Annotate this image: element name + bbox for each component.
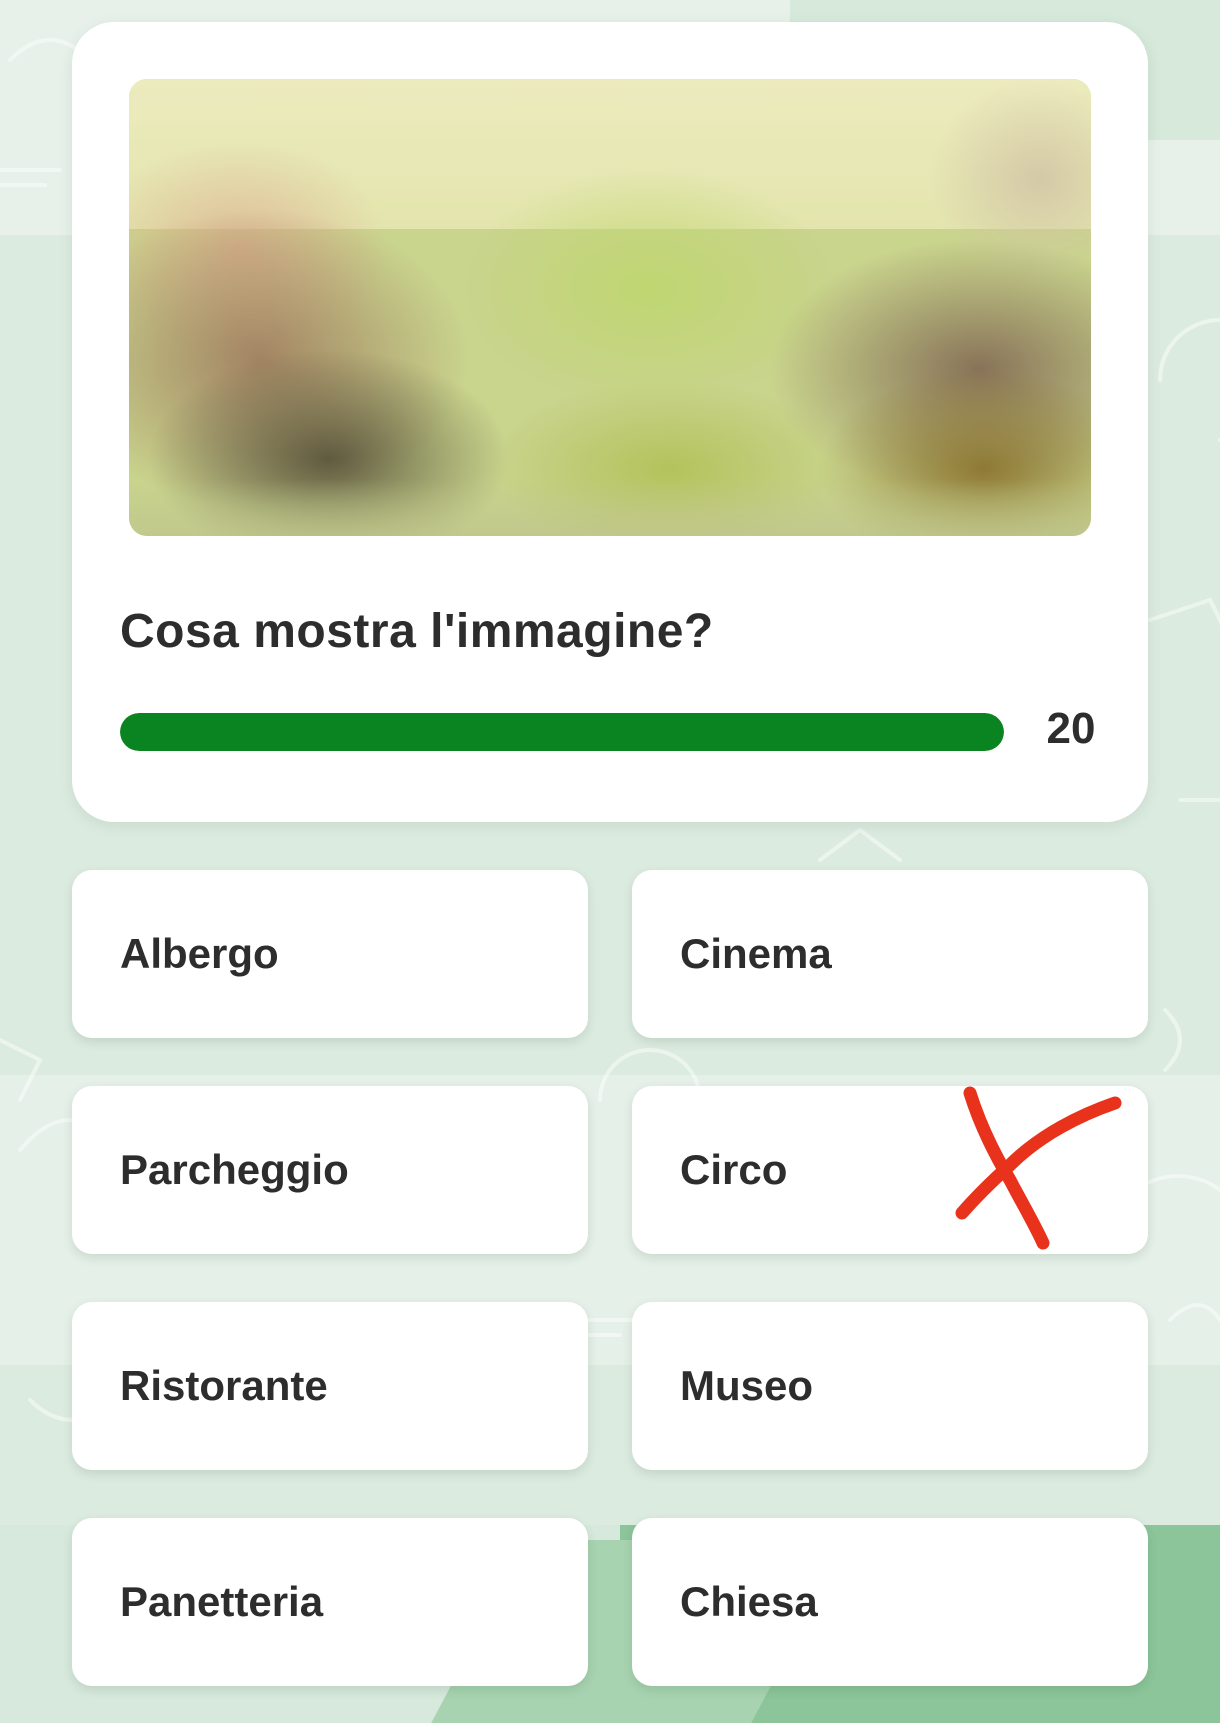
timer-bar-fill	[120, 713, 1004, 751]
timer-bar	[120, 713, 1004, 751]
timer-count: 20	[1046, 704, 1096, 753]
answer-button-museo[interactable]: Museo	[632, 1302, 1148, 1470]
answer-button-circo[interactable]: Circo	[632, 1086, 1148, 1254]
question-image	[129, 79, 1091, 536]
answer-button-chiesa[interactable]: Chiesa	[632, 1518, 1148, 1686]
answer-button-ristorante[interactable]: Ristorante	[72, 1302, 588, 1470]
answer-button-panetteria[interactable]: Panetteria	[72, 1518, 588, 1686]
answer-button-parcheggio[interactable]: Parcheggio	[72, 1086, 588, 1254]
answer-grid: Albergo Cinema Parcheggio Circo Ristoran…	[72, 870, 1148, 1686]
answer-button-cinema[interactable]: Cinema	[632, 870, 1148, 1038]
answer-button-albergo[interactable]: Albergo	[72, 870, 588, 1038]
question-text: Cosa mostra l'immagine?	[120, 605, 714, 658]
question-card: Cosa mostra l'immagine? 20	[72, 22, 1148, 822]
